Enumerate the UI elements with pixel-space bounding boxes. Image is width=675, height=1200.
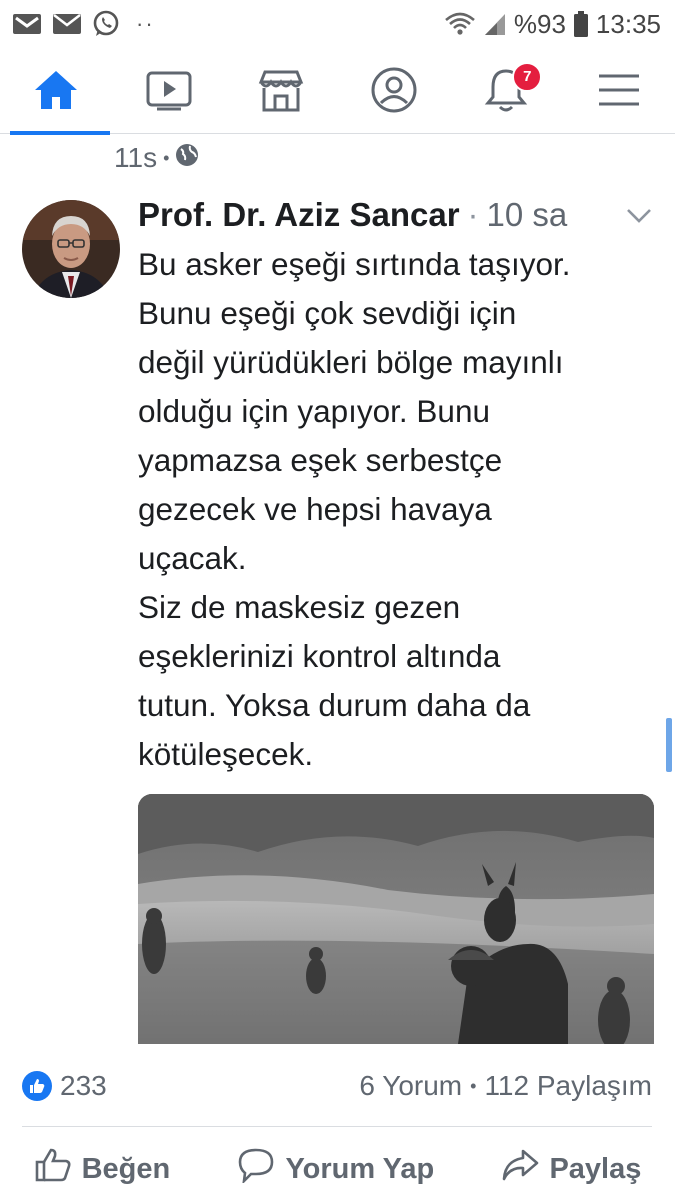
store-icon [257,68,305,117]
comment-button-label: Yorum Yap [285,1152,435,1185]
notification-badge: 7 [512,61,543,92]
status-bar: ·· %93 13:35 [0,0,675,48]
comment-line: yapmazsa eşek serbestçe [138,442,503,478]
comment-line: gezecek ve hepsi havaya [138,491,492,527]
mail-icon [52,12,82,36]
engagement-counts: 6 Yorum • 112 Paylaşım [359,1070,652,1102]
comment-line: eşeklerinizi kontrol altında [138,638,501,674]
nav-marketplace[interactable] [231,52,331,134]
battery-percent: %93 [513,8,566,39]
top-navigation: 7 [0,52,675,135]
post-meta-dot: • [163,147,170,168]
author-separator: · [467,196,479,233]
share-icon [501,1148,539,1190]
author-line: Prof. Dr. Aziz Sancar · 10 sa [138,196,567,234]
reactions-summary: 233 6 Yorum • 112 Paylaşım [22,1064,652,1108]
comment-line: kötüleşecek. [138,736,314,772]
author-avatar[interactable] [22,200,120,298]
author-name[interactable]: Prof. Dr. Aziz Sancar [138,196,460,234]
post-photo[interactable] [138,794,654,1044]
comment-line: olduğu için yapıyor. Bunu [138,393,490,429]
scrollbar[interactable] [666,718,672,772]
share-button[interactable]: Paylaş [501,1148,641,1190]
post-meta: 11s • [114,142,199,174]
home-icon [33,69,79,116]
nav-menu[interactable] [569,52,669,134]
comment-line: değil yürüdükleri bölge mayınlı [138,344,564,380]
comment-time[interactable]: 10 sa [487,196,568,234]
reaction-count-group[interactable]: 233 [22,1070,107,1102]
comment-icon [237,1147,275,1191]
nav-home[interactable] [6,52,111,135]
whatsapp-icon [92,10,120,38]
comment-line: Bunu eşeği çok sevdiği için [138,295,517,331]
divider [22,1126,652,1127]
like-count: 233 [60,1070,107,1101]
engagement-dot: • [470,1075,477,1096]
comment-count[interactable]: 6 Yorum [359,1070,462,1102]
status-bar-left: ·· [12,10,155,38]
post-time: 11s [114,142,158,173]
share-button-label: Paylaş [549,1152,642,1185]
comment-button[interactable]: Yorum Yap [237,1147,434,1191]
comment-line: uçacak. [138,540,247,576]
like-button-label: Beğen [81,1152,171,1185]
like-button[interactable]: Beğen [34,1147,171,1191]
gmail-icon [12,12,42,36]
video-icon [145,69,193,116]
share-count[interactable]: 112 Paylaşım [484,1070,652,1102]
comment-line: Bu asker eşeği sırtında taşıyor. [138,246,571,282]
like-reaction-icon [22,1071,52,1101]
user-icon [370,66,418,119]
nav-watch[interactable] [119,52,219,134]
status-bar-right: %93 13:35 [444,9,661,40]
hamburger-icon [597,72,641,113]
signal-icon [484,12,506,36]
nav-notifications[interactable]: 7 [456,52,556,134]
thumbs-up-icon [34,1147,72,1191]
wifi-icon [444,11,476,37]
comment-line: tutun. Yoksa durum daha da [138,687,531,723]
comment-line: Siz de maskesiz gezen [138,589,461,625]
post-actions: Beğen Yorum Yap Paylaş [0,1140,675,1198]
nav-profile[interactable] [344,52,444,134]
globe-icon [175,142,199,174]
more-notifications-indicator: ·· [136,11,155,36]
chevron-down-icon[interactable] [626,208,652,229]
battery-icon [573,11,588,37]
comment-text: Bu asker eşeği sırtında taşıyor. Bunu eş… [138,240,658,779]
clock: 13:35 [595,8,661,39]
